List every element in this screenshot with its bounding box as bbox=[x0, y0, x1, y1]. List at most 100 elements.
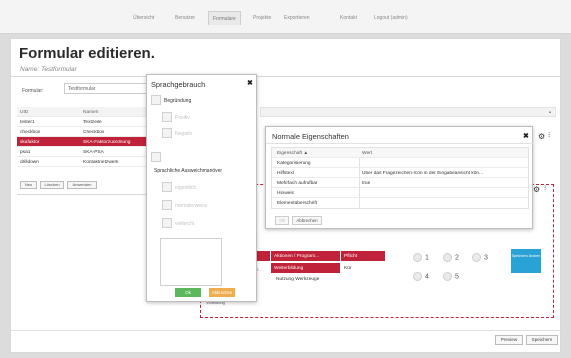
gear-icon[interactable]: ⚙ bbox=[538, 132, 545, 141]
right-table-header bbox=[260, 107, 556, 117]
header-divider bbox=[10, 76, 561, 77]
ok-button[interactable]: Ok bbox=[175, 288, 201, 297]
top-navigation: Übersicht Benutzer Formulare Projekte Ex… bbox=[0, 0, 571, 34]
row-name: Checkbox bbox=[83, 129, 105, 135]
table-row[interactable]: drilldown Kontaktnetzwerk bbox=[17, 157, 150, 167]
properties-ok-button[interactable]: Ok bbox=[275, 216, 289, 225]
element-table: UID Namen tester1 Textzeile checkbox Che… bbox=[17, 107, 150, 167]
radio-option-3[interactable]: 3 bbox=[472, 253, 488, 262]
radio-option-4[interactable]: 4 bbox=[413, 272, 429, 281]
delete-element-button[interactable]: Löschen bbox=[40, 181, 64, 189]
checkbox-vielleicht[interactable] bbox=[162, 218, 172, 228]
nav-item-exportieren[interactable]: Exportieren bbox=[284, 15, 310, 21]
row-name: SKA-Faktorzuordnung bbox=[83, 139, 131, 145]
close-icon[interactable]: ✖ bbox=[523, 132, 529, 140]
table-row[interactable]: psa1 SKA-PSA bbox=[17, 147, 150, 157]
new-element-button[interactable]: Neu bbox=[20, 181, 37, 189]
formular-label: Formular: bbox=[22, 88, 44, 94]
checkbox-label: Sprachliche Ausweichmanöver bbox=[154, 168, 223, 174]
nav-item-logout[interactable]: Logout (admin) bbox=[374, 15, 408, 21]
sprachgebrauch-textarea[interactable] bbox=[160, 238, 222, 286]
table-row[interactable]: Mehrfach aufrufbar true bbox=[272, 178, 528, 188]
checkbox-positiv[interactable] bbox=[162, 112, 172, 122]
footer-divider bbox=[10, 330, 561, 331]
cancel-button[interactable]: Abbrechen bbox=[209, 288, 235, 297]
radio-label: 2 bbox=[455, 254, 459, 262]
dialog-divider bbox=[266, 143, 534, 144]
apply-element-button[interactable]: Anwenden bbox=[67, 181, 97, 189]
radio-label: 1 bbox=[425, 254, 429, 262]
nav-item-formulare[interactable]: Formulare bbox=[208, 11, 241, 25]
properties-table-header: Eigenschaft ▲ Wert bbox=[272, 148, 528, 158]
row-name: Textzeile bbox=[83, 119, 102, 125]
radio-option-1[interactable]: 1 bbox=[413, 253, 429, 262]
table-row[interactable]: tester1 Textzeile bbox=[17, 117, 150, 127]
checkbox-label: Negativ bbox=[175, 131, 192, 137]
formular-name-input[interactable] bbox=[64, 83, 152, 94]
property-name: Kategorisierung bbox=[277, 160, 311, 166]
checkbox-label: Begründung bbox=[164, 98, 192, 104]
table-row-selected[interactable]: skafaktor SKA-Faktorzuordnung bbox=[17, 137, 150, 147]
designer-cell-weiterbildung[interactable]: Weiterbildung bbox=[271, 263, 340, 273]
properties-dialog: Normale Eigenschaften ✖ Eigenschaft ▲ We… bbox=[265, 126, 534, 229]
property-value[interactable]: true bbox=[362, 181, 527, 186]
checkbox-normalerweise[interactable] bbox=[162, 200, 172, 210]
checkbox-label: eigentlich bbox=[175, 185, 197, 191]
radio-option-2[interactable]: 2 bbox=[443, 253, 459, 262]
table-row[interactable]: Kategorisierung bbox=[272, 158, 528, 168]
column-header-value[interactable]: Wert bbox=[362, 151, 527, 156]
column-header-namen[interactable]: Namen bbox=[83, 110, 149, 115]
row-uid: checkbox bbox=[20, 129, 41, 135]
checkbox-label: Positiv bbox=[175, 115, 190, 121]
scroll-up-icon[interactable]: ▲ bbox=[548, 109, 552, 114]
nav-item-kontakt[interactable]: Kontakt bbox=[340, 15, 357, 21]
table-row[interactable]: Hinweis bbox=[272, 188, 528, 198]
checkbox-begruendung[interactable] bbox=[151, 95, 161, 105]
designer-header-cell[interactable]: Pflicht bbox=[341, 251, 385, 261]
preview-button[interactable]: Preview bbox=[495, 335, 523, 345]
property-name: Elementüberschrift bbox=[277, 200, 317, 206]
checkbox-label: normalerweise bbox=[175, 203, 208, 209]
property-value[interactable]: Über das Fragezeichen-Icon in der Eingab… bbox=[362, 171, 527, 176]
property-name: Mehrfach aufrufbar bbox=[277, 180, 318, 186]
table-row[interactable]: Elementüberschrift bbox=[272, 198, 528, 208]
close-icon[interactable]: ✖ bbox=[247, 79, 253, 87]
properties-cancel-button[interactable]: Abbrechen bbox=[292, 216, 322, 225]
sprachgebrauch-dialog-title: Sprachgebrauch bbox=[151, 80, 206, 89]
radio-label: 4 bbox=[425, 273, 429, 281]
save-button[interactable]: Speichern bbox=[526, 335, 558, 345]
column-header-property[interactable]: Eigenschaft ▲ bbox=[277, 151, 308, 156]
property-name: Hilfstext bbox=[277, 170, 295, 176]
column-header-uid[interactable]: UID bbox=[20, 110, 28, 115]
nav-item-projekte[interactable]: Projekte bbox=[253, 15, 271, 21]
left-pane-divider bbox=[17, 194, 150, 195]
checkbox-ausweichmanoever[interactable] bbox=[151, 152, 161, 162]
row-uid: skafaktor bbox=[20, 139, 40, 145]
nav-item-benutzer[interactable]: Benutzer bbox=[175, 15, 195, 21]
radio-option-5[interactable]: 5 bbox=[443, 272, 459, 281]
table-row[interactable]: checkbox Checkbox bbox=[17, 127, 150, 137]
page-subtitle: Name: Testformular bbox=[20, 66, 77, 73]
checkbox-label: vielleicht bbox=[175, 221, 195, 227]
designer-header-cell[interactable]: Aktionen / Program... bbox=[271, 251, 340, 261]
save-change-button[interactable]: Speichern Ändern bbox=[511, 249, 541, 273]
row-uid: tester1 bbox=[20, 119, 35, 125]
radio-label: 5 bbox=[455, 273, 459, 281]
properties-table: Eigenschaft ▲ Wert Kategorisierung Hilfs… bbox=[271, 147, 529, 209]
element-table-header: UID Namen bbox=[17, 107, 150, 117]
checkbox-eigentlich[interactable] bbox=[162, 182, 172, 192]
row-uid: psa1 bbox=[20, 149, 31, 155]
nav-item-uebersicht[interactable]: Übersicht bbox=[133, 15, 154, 21]
checkbox-negativ[interactable] bbox=[162, 128, 172, 138]
more-icon[interactable]: ⁝ bbox=[548, 131, 550, 139]
radio-label: 3 bbox=[484, 254, 488, 262]
row-name: SKA-PSA bbox=[83, 149, 104, 155]
designer-cell-kuer[interactable]: Kür bbox=[344, 266, 351, 271]
sprachgebrauch-dialog: Sprachgebrauch ✖ Begründung Positiv Nega… bbox=[146, 74, 257, 302]
table-row[interactable]: Hilfstext Über das Fragezeichen-Icon in … bbox=[272, 168, 528, 178]
row-name: Kontaktnetzwerk bbox=[83, 159, 119, 165]
properties-dialog-title: Normale Eigenschaften bbox=[272, 132, 349, 141]
designer-cell-werkzeuge[interactable]: Nutzung Werkzeuge bbox=[276, 277, 319, 282]
page-title: Formular editieren. bbox=[19, 45, 155, 62]
row-uid: drilldown bbox=[20, 159, 39, 165]
